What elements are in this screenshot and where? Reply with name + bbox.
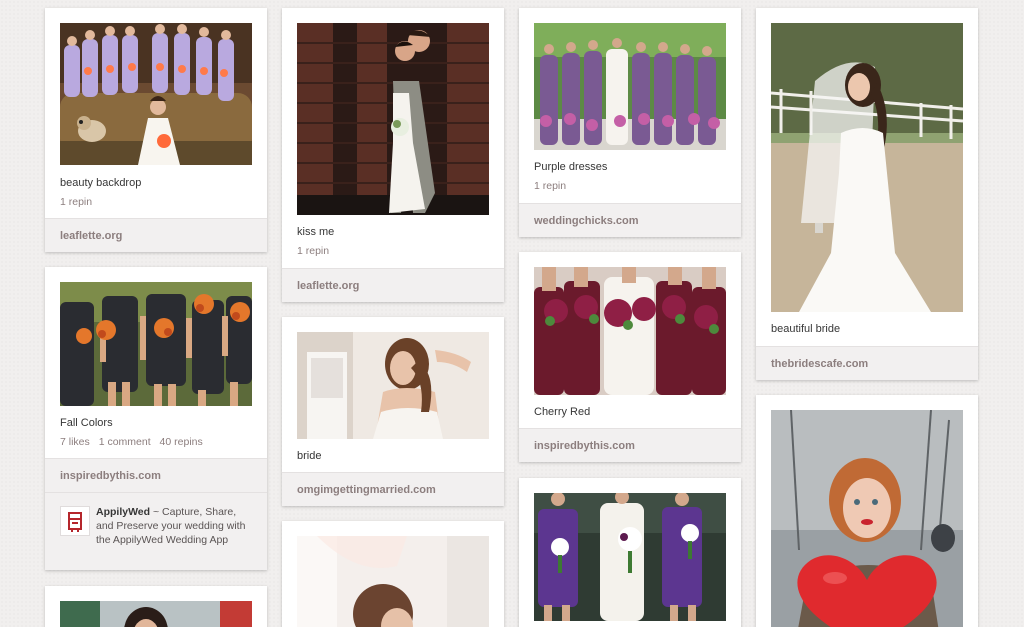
pin-image[interactable]: [534, 267, 726, 395]
pin-card[interactable]: Purple dresses 1 repin weddingchicks.com: [519, 8, 741, 237]
pin-source-bar[interactable]: leaflette.org: [45, 218, 267, 252]
bridesmaids-violet-photo: [534, 493, 726, 621]
pin-description: beautiful bride: [771, 323, 841, 335]
pin-stats: 7 likes 1 comment 40 repins: [60, 436, 209, 448]
attribution-separator: ~: [150, 506, 163, 518]
pin-source-bar[interactable]: weddingchicks.com: [519, 203, 741, 237]
comment-count[interactable]: 1 comment: [99, 436, 151, 448]
repin-count[interactable]: 1 repin: [297, 245, 329, 257]
pin-image[interactable]: [297, 23, 489, 215]
bridesmaids-purple-photo: [534, 23, 726, 150]
pin-source-bar[interactable]: omgimgettingmarried.com: [282, 472, 504, 506]
bride-hair-photo: [297, 332, 489, 439]
pin-image[interactable]: [771, 410, 963, 627]
pin-card[interactable]: [282, 521, 504, 627]
heart-balloon-photo: [771, 410, 963, 627]
repin-count[interactable]: 1 repin: [60, 196, 92, 208]
repin-count[interactable]: 1 repin: [534, 180, 566, 192]
pin-card[interactable]: beautiful bride thebridescafe.com: [756, 8, 978, 380]
pin-source-bar[interactable]: leaflette.org: [282, 268, 504, 302]
pin-image[interactable]: [297, 536, 489, 627]
pin-source-link[interactable]: thebridescafe.com: [771, 358, 868, 370]
pin-card[interactable]: [45, 586, 267, 627]
appilywed-logo[interactable]: [60, 506, 90, 536]
pin-description: bride: [297, 450, 322, 462]
pin-description: Cherry Red: [534, 406, 591, 418]
pin-card[interactable]: bride omgimgettingmarried.com: [282, 317, 504, 506]
pin-source-link[interactable]: inspiredbythis.com: [534, 440, 635, 452]
bride-updo-photo: [297, 536, 489, 627]
couple-kiss-photo: [297, 23, 489, 215]
pin-stats: 1 repin: [534, 180, 572, 192]
bridesmaids-sofa-photo: [60, 23, 252, 165]
pin-image[interactable]: [60, 282, 252, 406]
pin-source-bar[interactable]: inspiredbythis.com: [45, 458, 267, 493]
pin-card[interactable]: [756, 395, 978, 627]
pin-card[interactable]: [519, 478, 741, 627]
bride-portrait-photo: [60, 601, 252, 627]
pin-image[interactable]: [534, 493, 726, 621]
pin-stats: 1 repin: [60, 196, 98, 208]
appilywed-icon: [68, 512, 82, 532]
pin-attribution[interactable]: AppilyWed ~ Capture, Share, and Preserve…: [45, 492, 267, 570]
bride-gown-photo: [771, 23, 963, 312]
pin-card[interactable]: beauty backdrop 1 repin leaflette.org: [45, 8, 267, 252]
like-count[interactable]: 7 likes: [60, 436, 90, 448]
bridesmaids-black-photo: [60, 282, 252, 406]
pin-source-link[interactable]: weddingchicks.com: [534, 215, 639, 227]
pin-image[interactable]: [60, 23, 252, 165]
repin-count[interactable]: 40 repins: [160, 436, 203, 448]
pin-description: beauty backdrop: [60, 177, 142, 189]
pin-card[interactable]: Fall Colors 7 likes 1 comment 40 repins …: [45, 267, 267, 570]
pin-source-bar[interactable]: inspiredbythis.com: [519, 428, 741, 462]
bridesmaids-burgundy-photo: [534, 267, 726, 395]
pin-description: kiss me: [297, 226, 335, 238]
pin-image[interactable]: [297, 332, 489, 439]
pin-image[interactable]: [771, 23, 963, 312]
pin-source-link[interactable]: leaflette.org: [60, 230, 122, 242]
pin-card[interactable]: kiss me 1 repin leaflette.org: [282, 8, 504, 302]
pin-description: Fall Colors: [60, 417, 113, 429]
pin-source-bar[interactable]: thebridescafe.com: [756, 346, 978, 380]
attribution-text: AppilyWed ~ Capture, Share, and Preserve…: [96, 505, 256, 547]
pin-board: beauty backdrop 1 repin leaflette.org Fa…: [0, 0, 1024, 627]
pin-description: Purple dresses: [534, 161, 608, 173]
pin-stats: 1 repin: [297, 245, 335, 257]
pin-source-link[interactable]: inspiredbythis.com: [60, 470, 161, 482]
pin-image[interactable]: [534, 23, 726, 150]
pin-source-link[interactable]: omgimgettingmarried.com: [297, 484, 436, 496]
attribution-name[interactable]: AppilyWed: [96, 506, 150, 518]
pin-card[interactable]: Cherry Red inspiredbythis.com: [519, 252, 741, 462]
pin-image[interactable]: [60, 601, 252, 627]
pin-source-link[interactable]: leaflette.org: [297, 280, 359, 292]
